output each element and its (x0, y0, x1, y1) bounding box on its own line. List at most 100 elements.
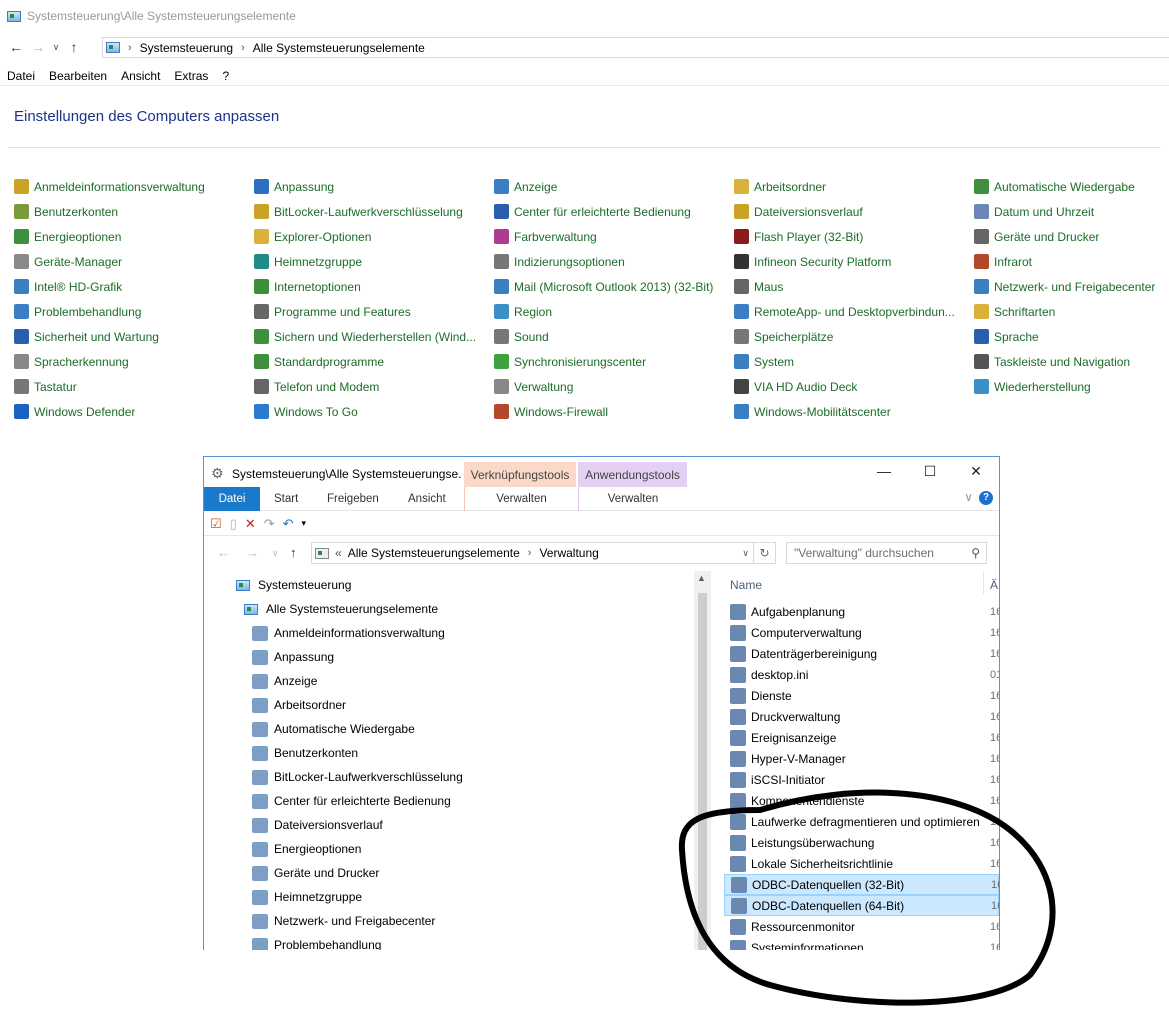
control-panel-item[interactable]: Sichern und Wiederherstellen (Wind... (254, 324, 494, 349)
control-panel-item[interactable]: Geräte und Drucker (974, 224, 1164, 249)
forward-arrow-icon[interactable]: → (246, 545, 259, 560)
control-panel-item[interactable]: Problembehandlung (14, 299, 254, 324)
control-panel-item[interactable]: Infineon Security Platform (734, 249, 974, 274)
tree-item[interactable]: Alle Systemsteuerungselemente (244, 597, 438, 621)
menu-help[interactable]: ? (222, 69, 229, 83)
minimize-icon[interactable]: — (861, 463, 907, 480)
control-panel-item[interactable]: Taskleiste und Navigation (974, 349, 1164, 374)
control-panel-item[interactable]: Indizierungsoptionen (494, 249, 734, 274)
file-row[interactable]: Leistungsüberwachung 16 (724, 832, 999, 853)
control-panel-item[interactable]: Windows To Go (254, 399, 494, 424)
control-panel-item[interactable]: Dateiversionsverlauf (734, 199, 974, 224)
ribbon-expand-chevron-icon[interactable]: ∨ (964, 490, 973, 504)
tree-item[interactable]: Problembehandlung (252, 933, 381, 950)
tab-verwalten-application[interactable]: Verwalten (578, 487, 687, 511)
tab-context-application-tools[interactable]: Anwendungstools (578, 462, 687, 487)
control-panel-item[interactable]: Farbverwaltung (494, 224, 734, 249)
scroll-up-icon[interactable]: ▲ (697, 573, 706, 583)
tab-context-shortcut-tools[interactable]: Verknüpfungstools (464, 462, 576, 487)
control-panel-item[interactable]: Netzwerk- und Freigabecenter (974, 274, 1164, 299)
control-panel-item[interactable]: Arbeitsordner (734, 174, 974, 199)
navigation-scrollbar[interactable]: ▲ (694, 571, 711, 950)
back-arrow-icon[interactable]: ← (5, 39, 27, 55)
control-panel-item[interactable]: Sicherheit und Wartung (14, 324, 254, 349)
control-panel-item[interactable]: Explorer-Optionen (254, 224, 494, 249)
breadcrumb-item[interactable]: Systemsteuerung (140, 41, 233, 55)
up-arrow-icon[interactable]: ↑ (63, 39, 85, 55)
file-row[interactable]: Ressourcenmonitor 16 (724, 916, 999, 937)
control-panel-item[interactable]: Benutzerkonten (14, 199, 254, 224)
file-row[interactable]: Druckverwaltung 16 (724, 706, 999, 727)
control-panel-item[interactable]: Flash Player (32-Bit) (734, 224, 974, 249)
tab-datei[interactable]: Datei (204, 487, 260, 511)
forward-arrow-icon[interactable]: → (27, 39, 49, 55)
address-box[interactable]: › Systemsteuerung › Alle Systemsteuerung… (102, 37, 1169, 58)
control-panel-item[interactable]: Infrarot (974, 249, 1164, 274)
tree-item[interactable]: Systemsteuerung (236, 573, 351, 597)
control-panel-item[interactable]: Synchronisierungscenter (494, 349, 734, 374)
delete-icon[interactable]: ✕ (245, 516, 256, 532)
redo-icon[interactable]: ↷ (264, 516, 275, 532)
file-row[interactable]: Komponentendienste 16 (724, 790, 999, 811)
tab-verwalten-shortcut[interactable]: Verwalten (464, 487, 578, 511)
search-icon[interactable]: ⚲ (971, 543, 980, 563)
help-icon[interactable]: ? (979, 491, 993, 505)
tree-item[interactable]: Automatische Wiedergabe (252, 717, 415, 741)
breadcrumb-item[interactable]: Verwaltung (539, 546, 598, 560)
recent-locations-chevron-icon[interactable]: ∨ (272, 548, 279, 559)
control-panel-item[interactable]: Speicherplätze (734, 324, 974, 349)
control-panel-item[interactable]: Schriftarten (974, 299, 1164, 324)
tree-item[interactable]: Center für erleichterte Bedienung (252, 789, 451, 813)
maximize-icon[interactable]: ☐ (907, 463, 953, 480)
control-panel-item[interactable]: Sound (494, 324, 734, 349)
file-row[interactable]: ODBC-Datenquellen (32-Bit) 16 (724, 874, 999, 895)
control-panel-item[interactable]: Programme und Features (254, 299, 494, 324)
customize-toolbar-chevron-icon[interactable]: ▾ (302, 518, 307, 529)
control-panel-item[interactable]: Anzeige (494, 174, 734, 199)
control-panel-item[interactable]: Region (494, 299, 734, 324)
tree-item[interactable]: Anmeldeinformationsverwaltung (252, 621, 445, 645)
refresh-icon[interactable]: ↻ (754, 542, 776, 564)
new-folder-icon[interactable]: ▯ (230, 516, 237, 532)
control-panel-item[interactable]: Geräte-Manager (14, 249, 254, 274)
file-row[interactable]: Hyper-V-Manager 16 (724, 748, 999, 769)
control-panel-item[interactable]: Spracherkennung (14, 349, 254, 374)
breadcrumb-item[interactable]: Alle Systemsteuerungselemente (348, 546, 520, 560)
control-panel-item[interactable]: BitLocker-Laufwerkverschlüsselung (254, 199, 494, 224)
tree-item[interactable]: Anzeige (252, 669, 317, 693)
breadcrumb-overflow-icon[interactable]: « (335, 546, 342, 560)
menu-datei[interactable]: Datei (7, 69, 35, 83)
control-panel-item[interactable]: Automatische Wiedergabe (974, 174, 1164, 199)
tab-start[interactable]: Start (274, 487, 298, 511)
file-row[interactable]: Systeminformationen 16 (724, 937, 999, 950)
recent-locations-chevron-icon[interactable]: ∨ (49, 42, 63, 53)
control-panel-item[interactable]: Tastatur (14, 374, 254, 399)
file-row[interactable]: Computerverwaltung 16 (724, 622, 999, 643)
menu-ansicht[interactable]: Ansicht (121, 69, 160, 83)
menu-extras[interactable]: Extras (174, 69, 208, 83)
file-row[interactable]: Lokale Sicherheitsrichtlinie 16 (724, 853, 999, 874)
control-panel-item[interactable]: Verwaltung (494, 374, 734, 399)
tree-item[interactable]: Geräte und Drucker (252, 861, 379, 885)
control-panel-item[interactable]: Heimnetzgruppe (254, 249, 494, 274)
control-panel-item[interactable]: Telefon und Modem (254, 374, 494, 399)
column-divider[interactable] (983, 572, 984, 594)
tab-ansicht[interactable]: Ansicht (408, 487, 446, 511)
control-panel-item[interactable]: Windows-Firewall (494, 399, 734, 424)
control-panel-item[interactable]: Standardprogramme (254, 349, 494, 374)
tree-item[interactable]: Arbeitsordner (252, 693, 346, 717)
control-panel-item[interactable]: Intel® HD-Grafik (14, 274, 254, 299)
breadcrumb-item[interactable]: Alle Systemsteuerungselemente (253, 41, 425, 55)
file-row[interactable]: Aufgabenplanung 16 (724, 601, 999, 622)
tree-item[interactable]: Netzwerk- und Freigabecenter (252, 909, 435, 933)
control-panel-item[interactable]: Datum und Uhrzeit (974, 199, 1164, 224)
control-panel-item[interactable]: Mail (Microsoft Outlook 2013) (32-Bit) (494, 274, 734, 299)
control-panel-item[interactable]: Wiederherstellung (974, 374, 1164, 399)
control-panel-item[interactable]: Internetoptionen (254, 274, 494, 299)
tree-item[interactable]: Dateiversionsverlauf (252, 813, 383, 837)
file-row[interactable]: Datenträgerbereinigung 16 (724, 643, 999, 664)
control-panel-item[interactable]: Sprache (974, 324, 1164, 349)
control-panel-item[interactable]: Windows Defender (14, 399, 254, 424)
properties-icon[interactable]: ☑ (210, 516, 222, 532)
back-arrow-icon[interactable]: ← (217, 545, 230, 560)
